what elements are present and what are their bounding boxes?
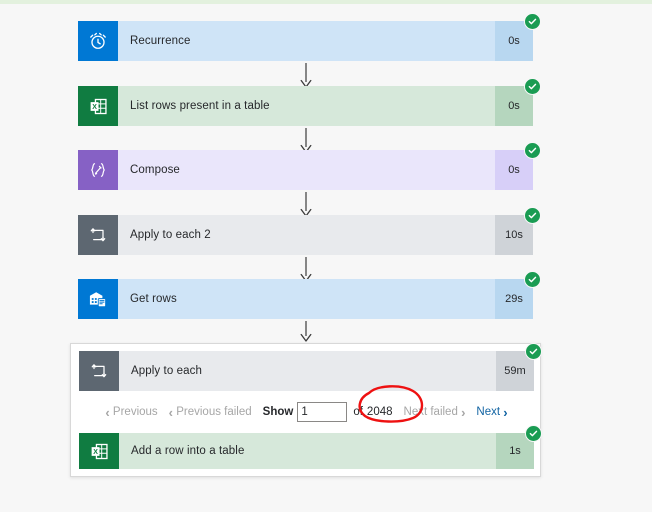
show-label: Show — [262, 406, 294, 418]
flow-step-title: Recurrence — [130, 35, 191, 47]
previous-label: Previous — [112, 406, 158, 418]
flow-step-title: Apply to each 2 — [130, 229, 211, 241]
status-badge-success — [524, 271, 541, 288]
flow-step-get-rows[interactable]: Get rows 29s — [78, 271, 541, 319]
previous-button[interactable]: ‹ Previous — [105, 406, 157, 419]
status-badge-success — [524, 13, 541, 30]
svg-text:X: X — [93, 448, 98, 455]
iteration-pagination-bar: ‹ Previous ‹ Previous failed Show of 204… — [79, 397, 534, 427]
foreach-loop-icon — [79, 351, 119, 391]
status-badge-success — [524, 142, 541, 159]
flow-canvas: Recurrence 0s X List rows present in a t… — [0, 4, 652, 512]
flow-step-add-a-row-into-a-table[interactable]: X Add a row into a table 1s — [79, 425, 542, 469]
chevron-left-icon: ‹ — [168, 404, 174, 420]
flow-step-apply-to-each[interactable]: Apply to each 59m — [79, 343, 542, 391]
previous-failed-button[interactable]: ‹ Previous failed — [169, 406, 252, 419]
next-failed-label: Next failed — [403, 406, 458, 418]
flow-step-title: Apply to each — [131, 365, 202, 377]
scope-apply-to-each-panel[interactable]: Apply to each 59m ‹ Previous ‹ Previous … — [70, 343, 542, 477]
page-number-input[interactable] — [297, 402, 348, 422]
total-pages-value: 2048 — [366, 406, 393, 418]
status-badge-success — [524, 207, 541, 224]
excel-table-icon: X — [79, 433, 119, 469]
next-failed-button[interactable]: Next failed › — [404, 406, 466, 419]
flow-step-title: Add a row into a table — [131, 445, 245, 457]
svg-text:X: X — [92, 103, 97, 110]
compose-braces-icon — [78, 150, 118, 190]
next-button[interactable]: Next › — [476, 406, 507, 419]
flow-step-apply-to-each-2[interactable]: Apply to each 2 10s — [78, 207, 541, 255]
database-rows-icon — [78, 279, 118, 319]
status-badge-success — [525, 425, 542, 442]
chevron-right-icon: › — [461, 404, 466, 420]
flow-step-compose[interactable]: Compose 0s — [78, 142, 541, 190]
flow-step-title: List rows present in a table — [130, 100, 270, 112]
foreach-loop-icon — [78, 215, 118, 255]
status-badge-success — [524, 78, 541, 95]
flow-step-title: Compose — [130, 164, 180, 176]
previous-failed-label: Previous failed — [176, 406, 252, 418]
flow-step-recurrence[interactable]: Recurrence 0s — [78, 13, 541, 61]
chevron-left-icon: ‹ — [105, 404, 110, 420]
flow-step-title: Get rows — [130, 293, 177, 305]
next-label: Next — [476, 406, 501, 418]
of-label: of — [353, 406, 363, 418]
excel-table-icon: X — [78, 86, 118, 126]
alarm-clock-icon — [78, 21, 118, 61]
chevron-right-icon: › — [503, 404, 508, 420]
flow-step-list-rows-present-in-a-table[interactable]: X List rows present in a table 0s — [78, 78, 541, 126]
status-badge-success — [525, 343, 542, 360]
